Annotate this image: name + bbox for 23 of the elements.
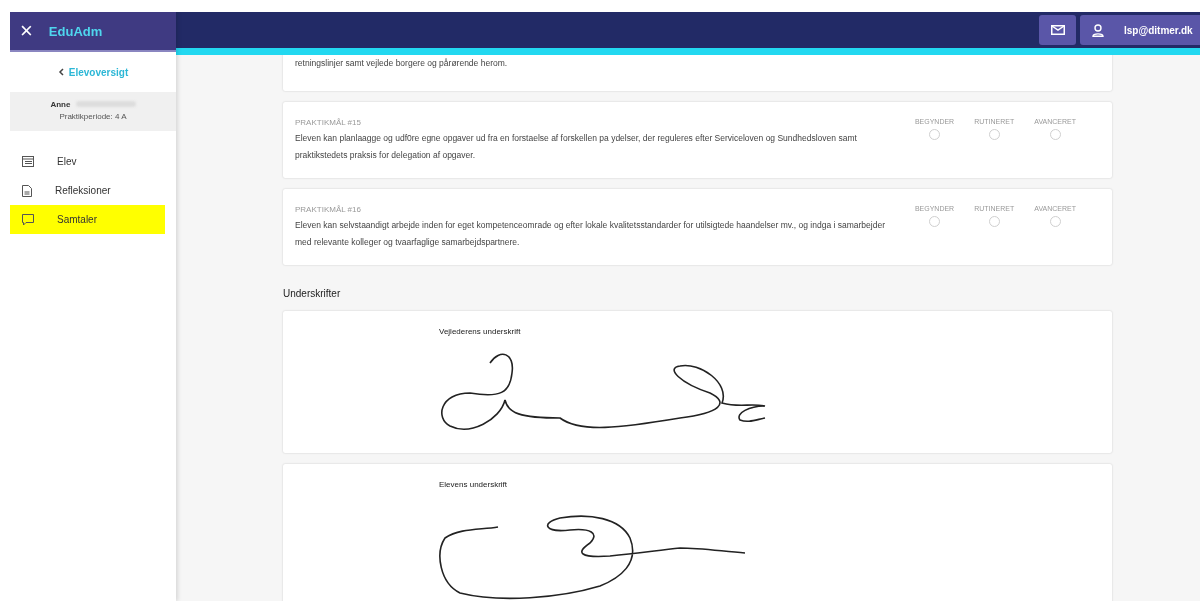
chat-icon [22,213,34,226]
goal-label: PRAKTIKMÅL #15 [295,118,362,127]
list-icon [22,156,34,167]
section-heading: Underskrifter [283,288,342,299]
close-button[interactable]: × [18,20,35,42]
student-name: Anne [50,100,71,109]
chevron-left-icon [57,68,64,76]
signature-label: Vejlederens underskrift [439,327,522,336]
app-title: EduAdm [48,23,103,39]
nav-item[interactable]: Samtaler [10,205,165,234]
period-label: Praktikperiode: 4 A [58,112,128,121]
nav-item[interactable]: Refleksioner [10,176,165,205]
document-icon [22,184,32,197]
goal-text: Eleven kan selvstaandigt arbejde inden for eget kompetenceomrade og efter lokale kvalitetsstandarder for utilsigtede haandelser mv., og indga i samarbejder med relevante kolleger og tvaarfaglige samarbejdspartnere. [295,219,886,249]
mail-button[interactable] [1039,15,1076,45]
goal-label: PRAKTIKMÅL #16 [295,205,362,214]
user-menu-button[interactable]: lsp@ditmer.dk [1080,15,1200,45]
mail-icon [1050,25,1065,35]
goal-text: Eleven kan planlaagge og udf0re egne opgaver ud fra en forstaelse af forskellen pa ydelser, der reguleres efter Serviceloven og Sundhedsloven samt praktikstedets praksis for delegation af opgaver. [295,132,858,162]
nav-item[interactable]: Elev [10,147,165,176]
signature-label: Elevens underskrift [439,480,509,489]
goal-text: retningslinjer samt vejlede borgere og pårørende herom. [295,57,509,70]
user-icon [1092,23,1104,37]
